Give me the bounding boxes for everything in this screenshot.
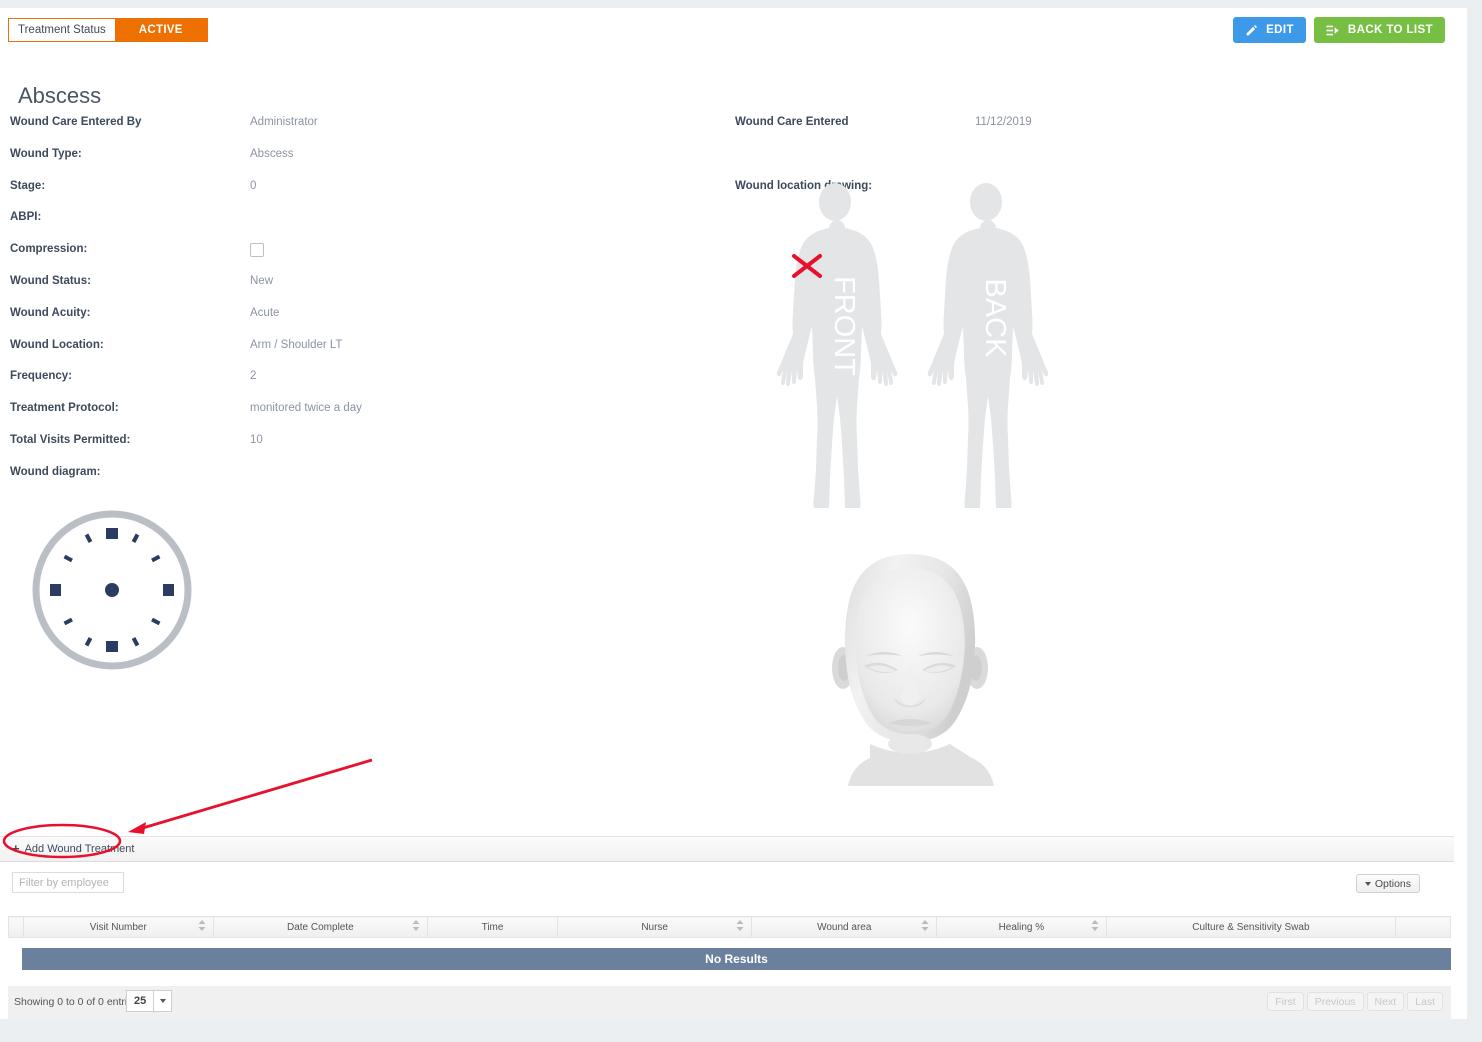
sort-icon: [198, 920, 206, 934]
detail-row: Wound Location: Arm / Shoulder LT: [8, 336, 708, 368]
detail-row: Total Visits Permitted: 10: [8, 431, 708, 463]
pagination-first[interactable]: First: [1267, 992, 1304, 1011]
detail-row: Stage: 0: [8, 177, 708, 209]
detail-value: Abscess: [250, 147, 294, 160]
compression-checkbox[interactable]: [250, 243, 264, 258]
table-column-culture-swab[interactable]: Culture & Sensitivity Swab: [1105, 916, 1397, 938]
detail-row: Wound Care Entered 11/12/2019: [733, 113, 1433, 145]
content-pane: Treatment Status ACTIVE EDIT BACK TO LIS…: [0, 8, 1467, 1019]
pencil-icon: [1245, 24, 1258, 37]
table-column-spacer-right: [1395, 916, 1451, 938]
head-diagram[interactable]: [812, 548, 1008, 786]
front-label: FRONT: [828, 276, 860, 376]
options-button[interactable]: Options: [1355, 874, 1420, 893]
showing-entries-text: Showing 0 to 0 of 0 entries: [14, 996, 139, 1008]
caret-down-icon: [1364, 881, 1371, 886]
table-column-date-complete[interactable]: Date Complete: [212, 916, 429, 938]
sort-icon: [1091, 920, 1099, 934]
pagination-previous[interactable]: Previous: [1306, 992, 1364, 1011]
detail-label: Total Visits Permitted:: [10, 433, 131, 446]
sort-icon: [736, 920, 744, 934]
pagination: First Previous Next Last: [1267, 992, 1443, 1011]
detail-value: New: [250, 274, 274, 287]
page-length-select[interactable]: 25: [126, 990, 173, 1012]
app-page: Treatment Status ACTIVE EDIT BACK TO LIS…: [0, 0, 1482, 1042]
detail-row: Frequency: 2: [8, 367, 708, 399]
wound-location-drawing[interactable]: FRONT BACK: [750, 178, 1080, 512]
detail-label: Wound Acuity:: [10, 306, 91, 319]
treatment-status-label: Treatment Status: [9, 19, 115, 41]
plus-icon: +: [12, 841, 20, 856]
table-column-nurse[interactable]: Nurse: [556, 916, 753, 938]
table-column-time[interactable]: Time: [427, 916, 558, 938]
detail-row: Wound diagram:: [8, 463, 708, 495]
detail-label: Treatment Protocol:: [10, 402, 119, 415]
detail-value: 0: [250, 179, 257, 192]
add-wound-treatment-label: Add Wound Treatment: [24, 842, 135, 855]
detail-label: Wound Care Entered: [735, 116, 849, 128]
pagination-last[interactable]: Last: [1407, 992, 1443, 1011]
add-treatment-bar: + Add Wound Treatment: [0, 836, 1454, 862]
wound-diagram-clock[interactable]: [28, 506, 196, 674]
table-column-visit-number[interactable]: Visit Number: [22, 916, 214, 938]
detail-label: Wound Care Entered By: [10, 116, 142, 128]
detail-label: Wound Status:: [10, 274, 91, 287]
filter-by-employee-input[interactable]: [12, 872, 124, 893]
detail-row: Wound Type: Abscess: [8, 145, 708, 177]
detail-row: Treatment Protocol: monitored twice a da…: [8, 399, 708, 431]
clock-center-dot: [105, 583, 119, 597]
detail-label: ABPI:: [10, 211, 42, 224]
detail-value: Arm / Shoulder LT: [250, 338, 343, 351]
detail-label: Stage:: [10, 179, 46, 192]
detail-row: Wound Acuity: Acute: [8, 304, 708, 336]
edit-button-label: EDIT: [1266, 24, 1294, 36]
detail-label: Wound diagram:: [10, 465, 101, 478]
table-column-wound-area[interactable]: Wound area: [751, 916, 938, 938]
detail-row: Compression:: [8, 240, 708, 272]
table-header-row: Visit Number Date Complete Time Nurse Wo…: [8, 916, 1451, 938]
back-label: BACK: [979, 279, 1011, 359]
detail-value: Acute: [250, 306, 280, 319]
detail-value: 10: [250, 433, 263, 446]
table-empty-message: No Results: [22, 948, 1451, 970]
detail-row: Wound Status: New: [8, 272, 708, 304]
back-to-list-button[interactable]: BACK TO LIST: [1313, 17, 1445, 43]
caret-down-icon: [154, 990, 173, 1012]
back-to-list-label: BACK TO LIST: [1347, 24, 1433, 36]
page-title: Abscess: [18, 82, 102, 108]
detail-value: 11/12/2019: [975, 116, 1032, 128]
list-arrow-icon: [1326, 24, 1340, 37]
add-wound-treatment-button[interactable]: + Add Wound Treatment: [12, 842, 134, 855]
page-length-value: 25: [126, 990, 155, 1012]
top-action-buttons: EDIT BACK TO LIST: [1233, 17, 1445, 43]
detail-label: Wound Type:: [10, 147, 82, 160]
detail-value: monitored twice a day: [250, 402, 362, 415]
table-column-healing-percent[interactable]: Healing %: [936, 916, 1107, 938]
detail-row: Wound Care Entered By Administrator: [8, 113, 708, 145]
sort-icon: [412, 920, 420, 934]
detail-value: 2: [250, 370, 257, 383]
details-column-left: Wound Care Entered By Administrator Woun…: [8, 113, 708, 495]
edit-button[interactable]: EDIT: [1233, 17, 1306, 43]
detail-label: Compression:: [10, 243, 88, 256]
treatment-status-value: ACTIVE: [114, 19, 207, 41]
detail-row: ABPI:: [8, 208, 708, 240]
detail-label: Frequency:: [10, 370, 72, 383]
wound-treatments-table: Visit Number Date Complete Time Nurse Wo…: [8, 916, 1451, 938]
detail-row: [733, 145, 1433, 177]
treatment-status-badge: Treatment Status ACTIVE: [8, 18, 208, 42]
options-button-label: Options: [1374, 877, 1411, 890]
pagination-next[interactable]: Next: [1366, 992, 1405, 1011]
table-footer: Showing 0 to 0 of 0 entries 25 First Pre…: [8, 986, 1451, 1019]
table-column-spacer-left: [8, 916, 24, 938]
detail-value: Administrator: [250, 116, 318, 128]
detail-label: Wound Location:: [10, 338, 104, 351]
sort-icon: [921, 920, 929, 934]
